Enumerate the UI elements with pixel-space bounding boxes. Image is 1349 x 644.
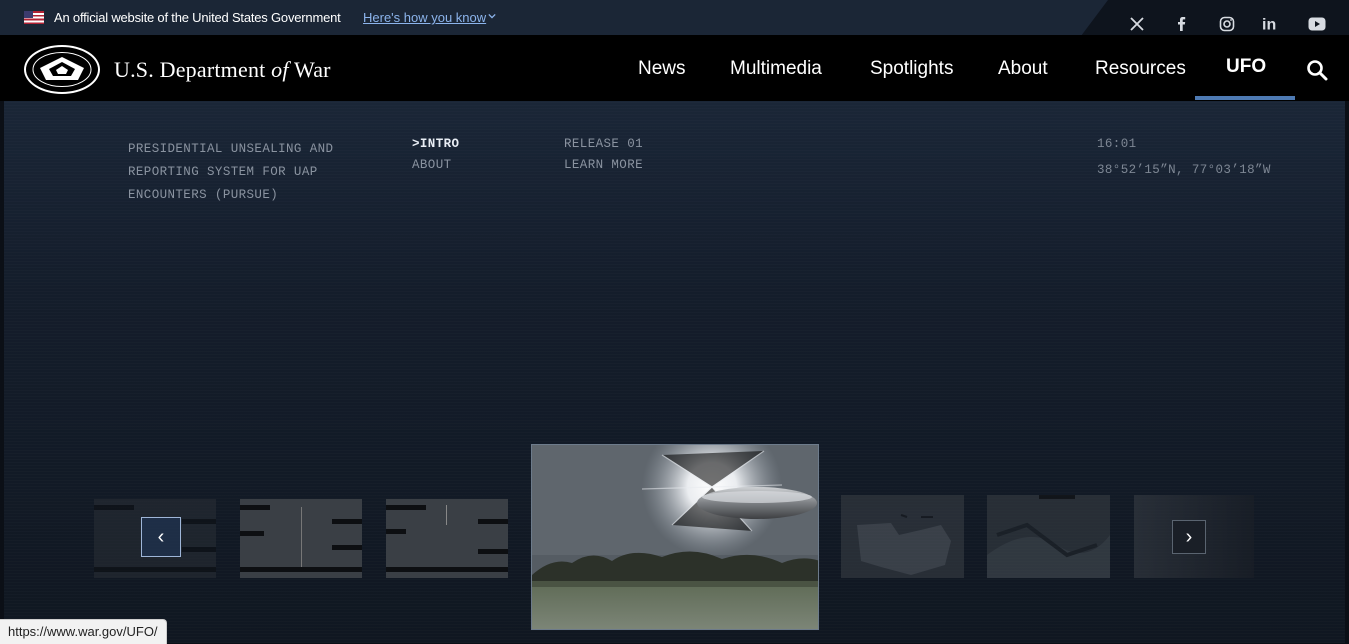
brand-of: of xyxy=(271,57,289,82)
nav-ufo[interactable]: UFO xyxy=(1226,56,1266,78)
carousel-thumbnail[interactable] xyxy=(240,499,362,578)
carousel-next-button[interactable]: › xyxy=(1172,520,1206,554)
linkedin-icon[interactable]: in xyxy=(1262,15,1280,33)
instagram-icon[interactable] xyxy=(1218,15,1236,33)
carousel-thumbnail[interactable] xyxy=(987,495,1110,578)
x-icon[interactable] xyxy=(1128,15,1146,33)
location-coordinates: 38°52’15”N, 77°03’18”W xyxy=(1097,163,1271,177)
chevron-left-icon: ‹ xyxy=(157,526,165,548)
active-nav-indicator xyxy=(1195,96,1295,100)
pentagon-seal-logo[interactable] xyxy=(24,45,100,94)
menu-release-01[interactable]: RELEASE 01 xyxy=(564,137,643,151)
svg-text:in: in xyxy=(1262,17,1276,33)
youtube-icon[interactable] xyxy=(1308,15,1326,33)
featured-ufo-image[interactable] xyxy=(531,444,819,630)
browser-status-url: https://www.war.gov/UFO/ xyxy=(0,619,167,644)
clock-time: 16:01 xyxy=(1097,137,1137,151)
nav-spotlights[interactable]: Spotlights xyxy=(870,58,953,80)
menu-intro[interactable]: >INTRO xyxy=(412,137,459,151)
pursue-description: PRESIDENTIAL UNSEALING AND REPORTING SYS… xyxy=(128,142,334,202)
search-icon[interactable] xyxy=(1306,59,1328,81)
carousel-thumbnail[interactable] xyxy=(386,499,508,578)
gov-banner-text: An official website of the United States… xyxy=(54,10,341,25)
facebook-icon[interactable] xyxy=(1173,15,1191,33)
how-you-know-link[interactable]: Here's how you know xyxy=(363,10,486,25)
nav-news[interactable]: News xyxy=(638,58,686,80)
nav-resources[interactable]: Resources xyxy=(1095,58,1186,80)
chevron-right-icon: › xyxy=(1185,526,1193,548)
site-brand[interactable]: U.S. Department of War xyxy=(114,57,331,83)
chevron-down-icon[interactable] xyxy=(488,12,496,20)
brand-prefix: U.S. Department xyxy=(114,57,272,82)
nav-multimedia[interactable]: Multimedia xyxy=(730,58,822,80)
menu-learn-more[interactable]: LEARN MORE xyxy=(564,158,643,172)
nav-about[interactable]: About xyxy=(998,58,1048,80)
menu-about[interactable]: ABOUT xyxy=(412,158,452,172)
carousel-prev-button[interactable]: ‹ xyxy=(141,517,181,557)
brand-suffix: War xyxy=(288,57,331,82)
us-flag-icon xyxy=(24,11,44,24)
carousel-thumbnail[interactable] xyxy=(841,495,964,578)
